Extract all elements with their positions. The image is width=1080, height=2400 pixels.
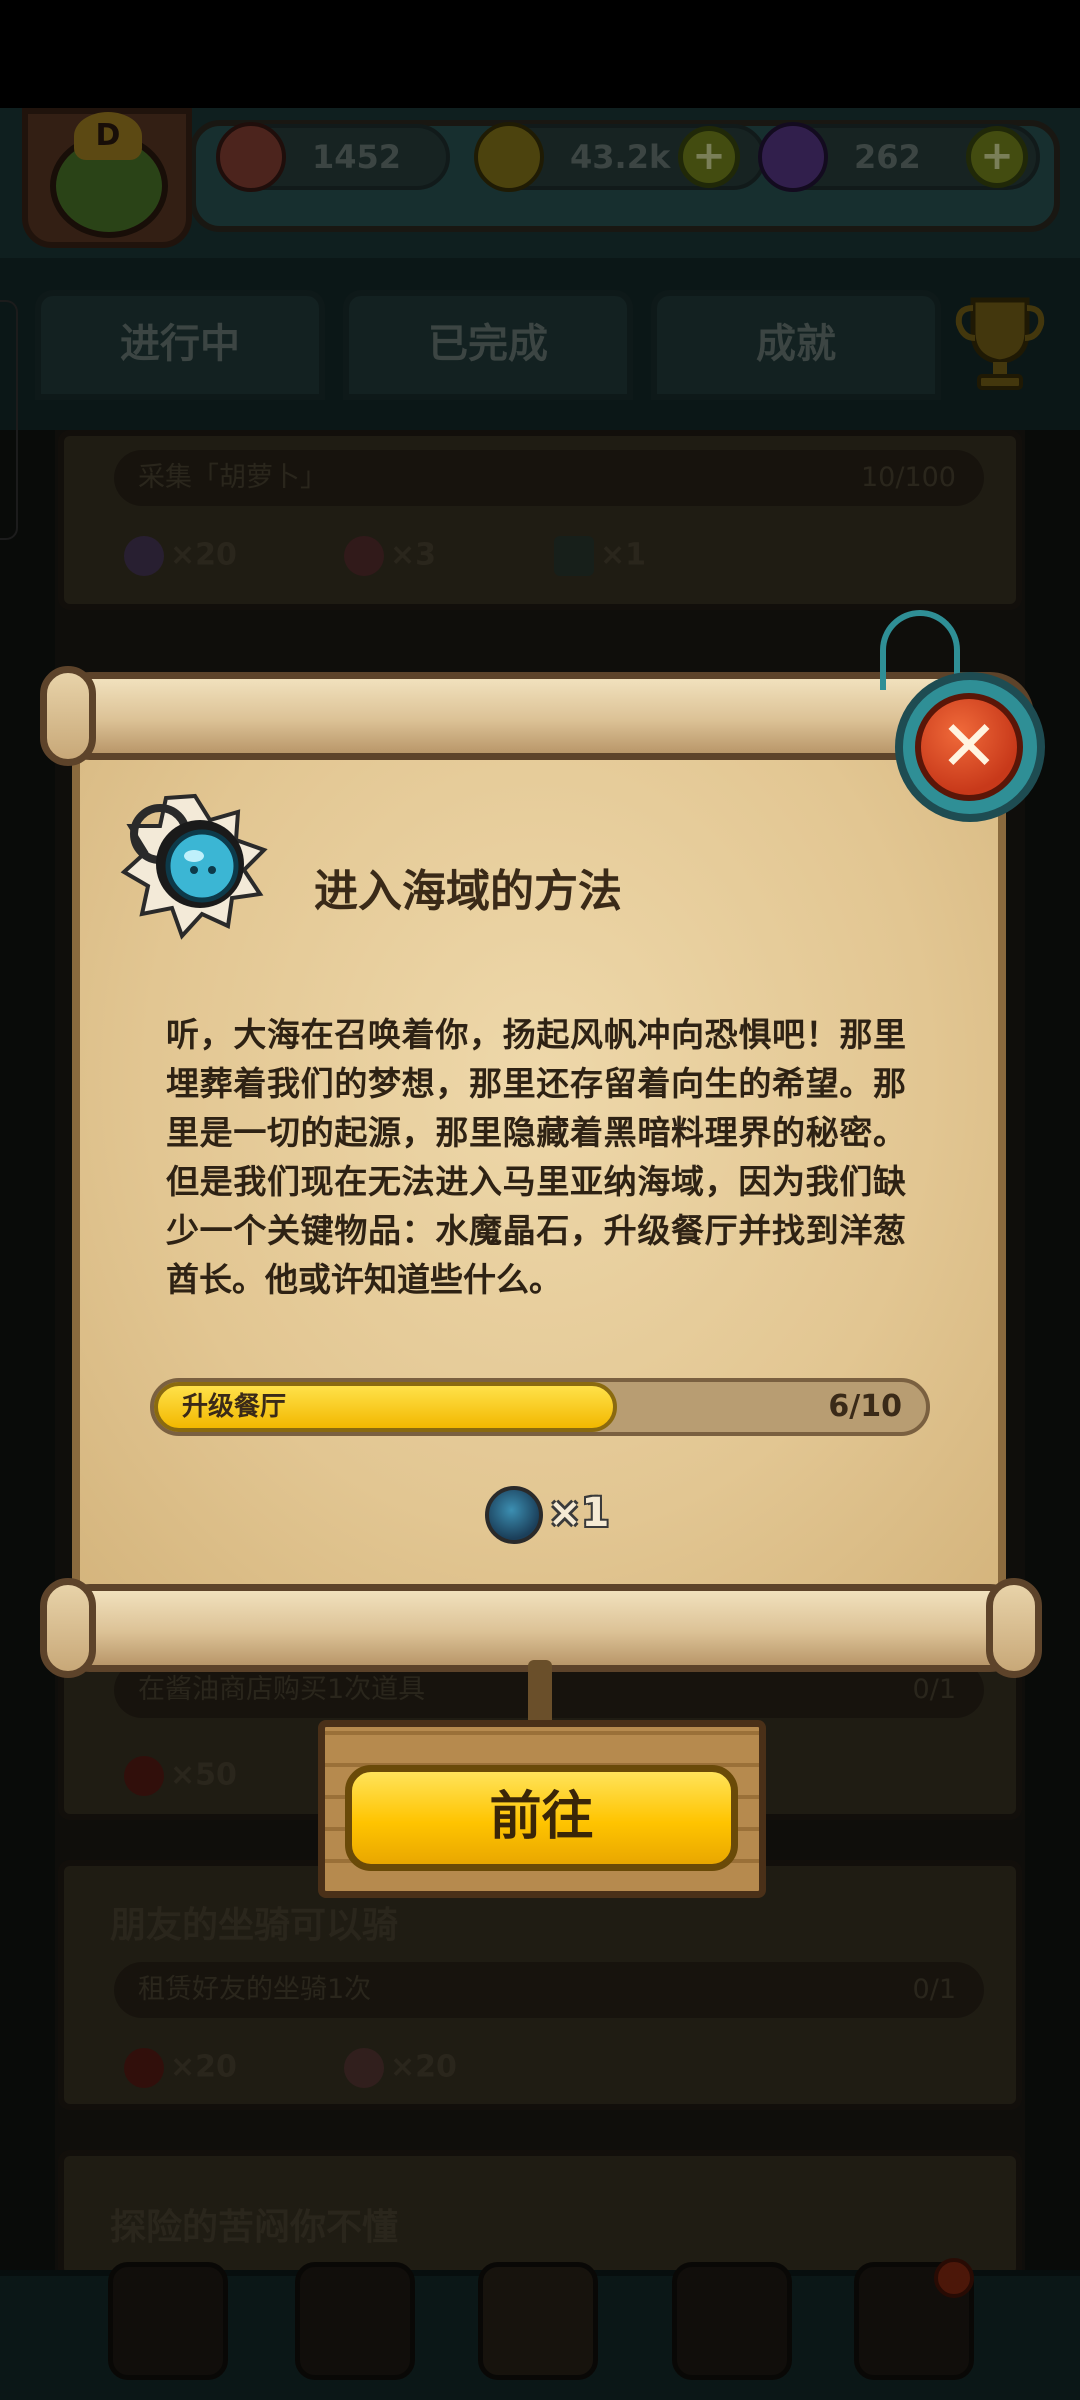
quest-progress-bar: 升级餐厅 6/10 <box>150 1378 930 1436</box>
scroll-roll-cap <box>40 1578 96 1678</box>
progress-count: 6/10 <box>828 1389 902 1424</box>
water-crystal-icon <box>485 1486 543 1544</box>
dialog-title: 进入海域的方法 <box>314 866 622 917</box>
reward-quantity: ×1 <box>548 1490 610 1536</box>
progress-label: 升级餐厅 <box>182 1392 287 1422</box>
go-button[interactable]: 前往 <box>345 1765 738 1871</box>
game-screen: D 1452 43.2k + 262 + 进行中 已完成 成就 采集「胡萝卜」 … <box>0 0 1080 2400</box>
close-x-icon[interactable]: ✕ <box>915 693 1023 801</box>
water-gem-quest-icon <box>120 793 268 940</box>
scroll-roll-cap <box>986 1578 1042 1678</box>
scroll-bottom-roll <box>46 1584 1034 1672</box>
status-bar <box>0 0 1080 108</box>
scroll-roll-cap <box>40 666 96 766</box>
dialog-description: 听，大海在召唤着你，扬起风帆冲向恐惧吧！那里埋葬着我们的梦想，那里还存留着向生的… <box>166 1015 906 1299</box>
